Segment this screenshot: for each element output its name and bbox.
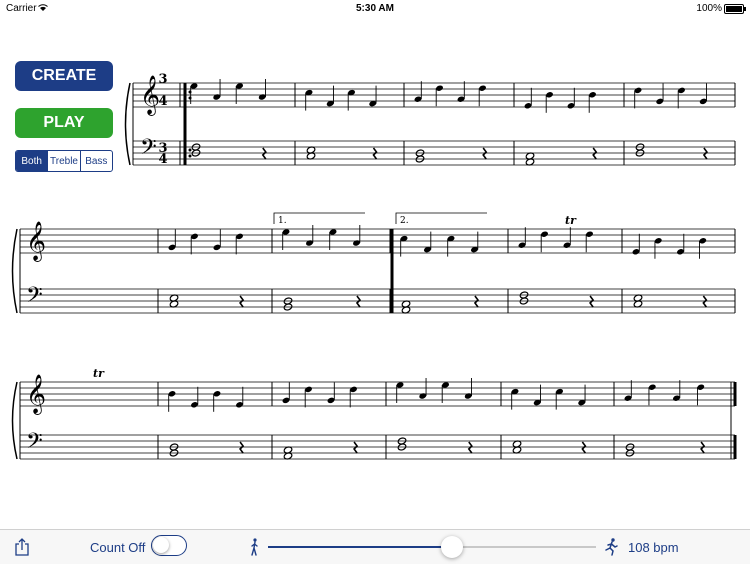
bass-clef: 𝄢 (26, 283, 43, 313)
repeat-dot (188, 154, 192, 158)
tempo-slider-knob[interactable] (440, 536, 463, 558)
tempo-value: 108 bpm (628, 540, 679, 555)
volta-1-label: 1. (278, 216, 287, 226)
count-off-toggle[interactable] (151, 535, 187, 556)
repeat-dot (188, 96, 192, 100)
trill-mark-2: tr (93, 367, 105, 380)
grand-staff-brace (11, 228, 18, 314)
volta-2-bracket (395, 212, 487, 224)
treble-clef: 𝄞 (26, 374, 46, 415)
bass-clef: 𝄢 (140, 135, 157, 165)
grand-staff-brace (11, 381, 18, 460)
sheet-music: 𝄞𝄢𝄞𝄢𝄞𝄢 3 4 3 4 1. 2. tr tr (11, 72, 737, 460)
quarter-rest (702, 147, 708, 160)
treble-clef: 𝄞 (140, 75, 160, 116)
quarter-rest (239, 295, 245, 308)
tempo-slider-fill (268, 546, 452, 548)
bottom-toolbar: Count Off 108 bpm (0, 529, 750, 564)
quarter-rest (702, 295, 708, 308)
quarter-rest (372, 147, 378, 160)
quarter-rest (353, 441, 359, 454)
time-sig-bottom-treble: 4 (158, 94, 167, 109)
volta-1-bracket (273, 212, 365, 224)
repeat-dot (188, 148, 192, 152)
share-icon[interactable] (14, 538, 30, 556)
quarter-rest (261, 147, 267, 160)
time-sig-top-treble: 3 (158, 72, 167, 87)
quarter-rest (355, 295, 362, 308)
repeat-dot (188, 90, 192, 94)
quarter-rest (482, 147, 488, 160)
quarter-rest (700, 441, 706, 454)
quarter-rest (592, 147, 598, 160)
quarter-rest (581, 441, 587, 454)
quarter-rest (239, 441, 245, 454)
grand-staff-brace (124, 82, 131, 166)
run-icon (605, 538, 618, 556)
quarter-rest (589, 295, 595, 308)
quarter-rest (467, 441, 473, 454)
volta-2-label: 2. (400, 216, 409, 226)
quarter-rest (473, 295, 480, 308)
tempo-slider[interactable] (268, 536, 596, 558)
walk-icon (251, 538, 258, 556)
treble-clef: 𝄞 (26, 221, 46, 262)
time-sig-bottom-bass: 4 (158, 152, 167, 167)
count-off-label: Count Off (90, 540, 146, 555)
trill-mark-1: tr (565, 214, 577, 227)
bass-clef: 𝄢 (26, 429, 43, 459)
